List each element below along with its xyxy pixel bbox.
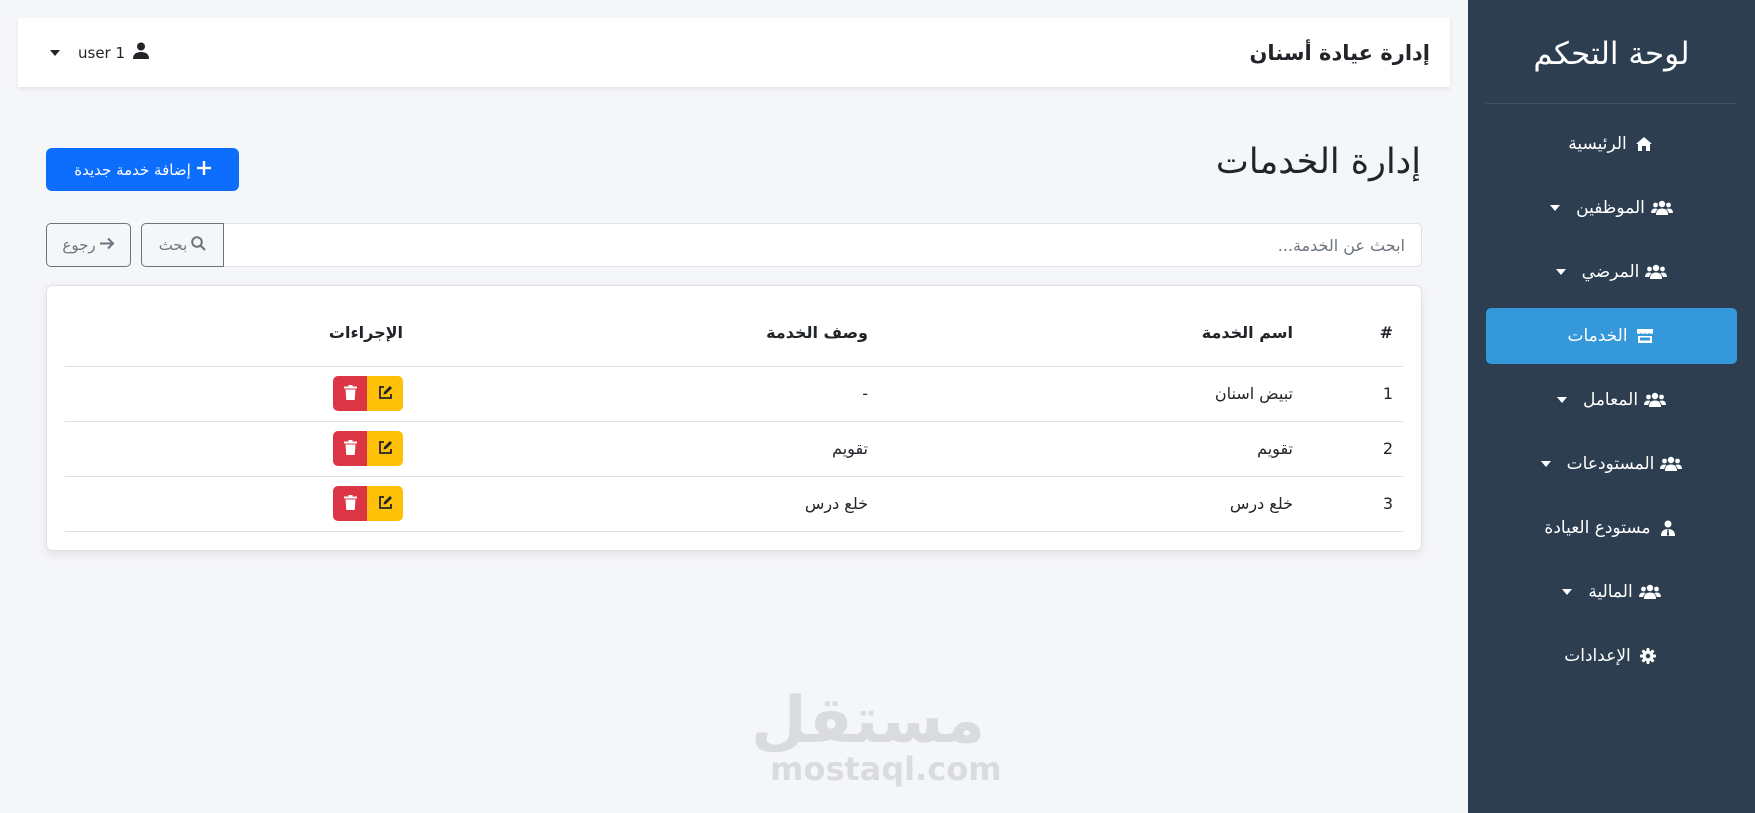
sidebar-item-home[interactable]: الرئيسية	[1486, 116, 1737, 172]
trash-icon	[343, 439, 357, 458]
row-actions	[65, 421, 413, 477]
user-name: user 1	[78, 43, 126, 62]
sidebar-item-label: الموظفين	[1576, 198, 1645, 218]
trash-icon	[343, 384, 357, 403]
app-title: إدارة عيادة أسنان	[1249, 40, 1431, 65]
users-icon	[1645, 263, 1668, 281]
back-button[interactable]: رجوع	[46, 223, 131, 267]
delete-button[interactable]	[333, 486, 367, 521]
sidebar-nav: الرئيسية الموظفين المرضي الخدمات المعامل…	[1468, 116, 1755, 684]
chevron-down-icon	[1550, 205, 1561, 211]
service-name: تقويم	[878, 421, 1303, 477]
sidebar: لوحة التحكم الرئيسية الموظفين المرضي الخ…	[1468, 0, 1755, 813]
sidebar-item-label: المستودعات	[1566, 454, 1655, 474]
page-title: إدارة الخدمات	[1215, 142, 1421, 182]
home-icon	[1633, 135, 1655, 153]
table-header-row: # اسم الخدمة وصف الخدمة الإجراءات	[65, 300, 1403, 367]
arrow-right-icon	[99, 236, 115, 254]
row-number: 3	[1303, 476, 1403, 532]
sidebar-item-finance[interactable]: المالية	[1486, 564, 1737, 620]
add-service-button[interactable]: إضافة خدمة جديدة	[46, 148, 239, 191]
service-description: خلع درس	[413, 476, 878, 532]
table-row: 3 خلع درس خلع درس	[65, 476, 1403, 532]
user-menu-dropdown[interactable]: user 1	[50, 42, 150, 63]
users-icon	[1660, 455, 1683, 473]
sidebar-item-employees[interactable]: الموظفين	[1486, 180, 1737, 236]
column-header-actions: الإجراءات	[65, 300, 413, 367]
sidebar-item-label: المعامل	[1582, 390, 1639, 410]
user-icon	[133, 42, 150, 63]
watermark-latin: mostaql.com	[770, 750, 1002, 788]
edit-button[interactable]	[367, 376, 403, 411]
edit-icon	[378, 385, 393, 403]
search-icon	[191, 235, 207, 255]
sidebar-title: لوحة التحكم	[1533, 36, 1690, 72]
user-tie-icon	[1657, 519, 1679, 537]
service-description: تقويم	[413, 421, 878, 477]
edit-icon	[378, 495, 393, 513]
sidebar-item-settings[interactable]: الإعدادات	[1486, 628, 1737, 684]
sidebar-item-label: المالية	[1588, 582, 1633, 602]
sidebar-item-patients[interactable]: المرضي	[1486, 244, 1737, 300]
sidebar-item-label: الإعدادات	[1564, 646, 1631, 666]
users-icon	[1644, 391, 1667, 409]
edit-button[interactable]	[367, 486, 403, 521]
users-icon	[1650, 199, 1673, 217]
services-table-card: # اسم الخدمة وصف الخدمة الإجراءات 1 تبيض…	[46, 285, 1422, 551]
sidebar-item-label: الخدمات	[1567, 326, 1628, 346]
sidebar-item-clinic-warehouse[interactable]: مستودع العيادة	[1486, 500, 1737, 556]
service-name: خلع درس	[878, 476, 1303, 532]
sidebar-item-warehouses[interactable]: المستودعات	[1486, 436, 1737, 492]
search-label: بحث	[158, 236, 188, 254]
chevron-down-icon	[1562, 589, 1573, 595]
top-navbar: user 1 إدارة عيادة أسنان	[18, 18, 1450, 87]
sidebar-item-labs[interactable]: المعامل	[1486, 372, 1737, 428]
services-table: # اسم الخدمة وصف الخدمة الإجراءات 1 تبيض…	[65, 300, 1403, 532]
gear-icon	[1637, 647, 1659, 665]
chevron-down-icon	[1540, 461, 1551, 467]
table-row: 2 تقويم تقويم	[65, 421, 1403, 477]
users-icon	[1638, 583, 1661, 601]
chevron-down-icon	[50, 49, 60, 56]
row-number: 2	[1303, 421, 1403, 477]
plus-icon	[196, 160, 211, 179]
service-name: تبيض اسنان	[878, 366, 1303, 422]
trash-icon	[343, 494, 357, 513]
chevron-down-icon	[1555, 269, 1566, 275]
chevron-down-icon	[1556, 397, 1567, 403]
row-actions	[65, 366, 413, 422]
row-actions	[65, 476, 413, 532]
watermark-logo: مستقل mostaql.com	[750, 684, 1002, 788]
edit-button[interactable]	[367, 431, 403, 466]
sidebar-item-services[interactable]: الخدمات	[1486, 308, 1737, 364]
column-header-number: #	[1303, 300, 1403, 367]
column-header-service-description: وصف الخدمة	[413, 300, 878, 367]
back-label: رجوع	[62, 236, 96, 254]
delete-button[interactable]	[333, 376, 367, 411]
store-icon	[1634, 327, 1656, 345]
column-header-service-name: اسم الخدمة	[878, 300, 1303, 367]
sidebar-item-label: المرضي	[1581, 262, 1640, 282]
search-bar: رجوع بحث	[46, 223, 1422, 267]
search-input[interactable]	[224, 223, 1422, 267]
add-service-label: إضافة خدمة جديدة	[74, 160, 191, 179]
sidebar-item-label: الرئيسية	[1568, 134, 1627, 154]
delete-button[interactable]	[333, 431, 367, 466]
search-button[interactable]: بحث	[141, 223, 224, 267]
watermark-arabic: مستقل	[750, 684, 985, 758]
row-number: 1	[1303, 366, 1403, 422]
sidebar-item-label: مستودع العيادة	[1544, 518, 1651, 538]
service-description: -	[413, 366, 878, 422]
table-row: 1 تبيض اسنان -	[65, 366, 1403, 422]
sidebar-divider	[1486, 103, 1737, 104]
edit-icon	[378, 440, 393, 458]
